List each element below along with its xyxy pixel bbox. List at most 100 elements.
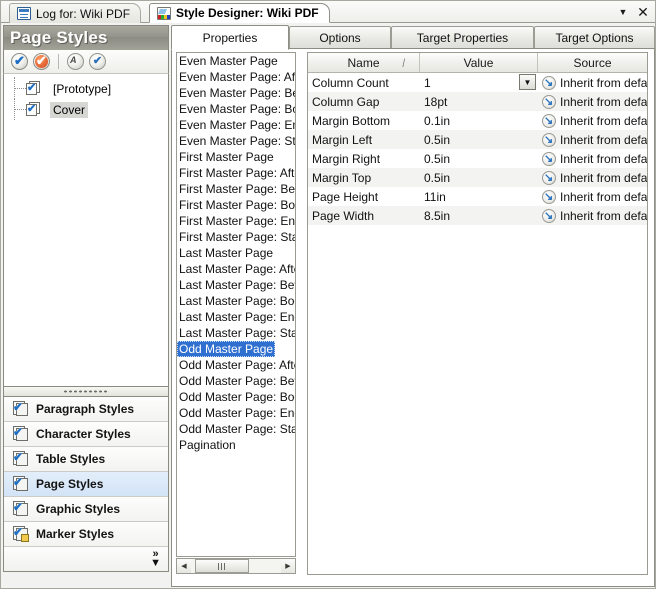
scrollbar-track[interactable] [191,559,281,573]
cell-source[interactable]: ↘ Inherit from defau [538,168,647,187]
paragraph-styles-icon: ✔ [12,401,29,417]
list-item[interactable]: Last Master Page: End [177,309,295,325]
cell-source[interactable]: ↘ Inherit from defau [538,187,647,206]
tab-options-label: Options [319,31,360,45]
cell-source-text: Inherit from defau [560,76,647,90]
list-item-selected[interactable]: Odd Master Page [177,341,275,357]
list-item[interactable]: Last Master Page: Bod [177,293,295,309]
sidebar-item-paragraph-styles[interactable]: ✔ Paragraph Styles [4,397,168,422]
cell-value[interactable]: 0.5in [420,168,538,187]
properties-tab-strip: Properties Options Target Properties Tar… [171,25,655,49]
cell-value[interactable]: 18pt [420,92,538,111]
sidebar-item-page-styles[interactable]: ✔ Page Styles [4,472,168,497]
inherit-icon: ↘ [542,171,556,185]
table-row[interactable]: Column Count 1 ▼ ↘ Inherit from defau [308,73,647,92]
list-item[interactable]: Even Master Page: Aft [177,69,295,85]
list-item[interactable]: Even Master Page: Bo [177,101,295,117]
column-header-source[interactable]: Source [538,53,647,72]
window-tab-style-designer[interactable]: Style Designer: Wiki PDF [149,3,330,23]
list-item[interactable]: Odd Master Page: Afte [177,357,295,373]
list-item[interactable]: Odd Master Page: Bef [177,373,295,389]
chevron-down-icon[interactable]: ▼ [519,74,536,90]
apply-style-icon[interactable]: ✔ [89,53,106,70]
sidebar-item-label: Character Styles [36,427,131,441]
sidebar-item-graphic-styles[interactable]: ✔ Graphic Styles [4,497,168,522]
sort-ascending-icon: / [402,56,405,69]
cell-source[interactable]: ↘ Inherit from defau [538,111,647,130]
tree-item-prototype[interactable]: ✔ [Prototype] [4,78,168,99]
cell-source[interactable]: ↘ Inherit from defau [538,92,647,111]
close-icon[interactable]: ✕ [635,4,651,20]
cell-value[interactable]: 0.5in [420,149,538,168]
master-page-list-scrollbar[interactable]: ◀ ▶ [176,558,296,574]
cell-source-text: Inherit from defau [560,190,647,204]
panel-splitter[interactable] [3,387,169,396]
list-item[interactable]: Even Master Page: En [177,117,295,133]
window-tab-style-designer-label: Style Designer: Wiki PDF [176,6,319,20]
list-item[interactable]: Pagination [177,437,295,453]
sidebar-item-label: Table Styles [36,452,105,466]
cell-source[interactable]: ↘ Inherit from defau [538,149,647,168]
list-item[interactable]: Odd Master Page: Star [177,421,295,437]
cell-value[interactable]: 0.1in [420,111,538,130]
cell-name: Page Width [308,206,420,225]
list-item[interactable]: Odd Master Page: Bod [177,389,295,405]
cell-value[interactable]: 8.5in [420,206,538,225]
tab-target-options[interactable]: Target Options [534,26,655,49]
table-row[interactable]: Page Width 8.5in ↘ Inherit from defau [308,206,647,225]
list-item[interactable]: First Master Page: End [177,213,295,229]
cell-value-text: 18pt [424,95,447,109]
window-tab-log[interactable]: Log for: Wiki PDF [9,3,141,23]
toolbar-separator [58,54,59,69]
cell-source[interactable]: ↘ Inherit from defau [538,206,647,225]
tab-properties[interactable]: Properties [171,25,289,50]
table-row[interactable]: Margin Left 0.5in ↘ Inherit from defau [308,130,647,149]
cell-value[interactable]: 11in [420,187,538,206]
double-chevron-right-icon[interactable]: »▼ [150,550,161,568]
cell-value[interactable]: 1 ▼ [420,73,538,92]
category-overflow-bar[interactable]: »▼ [4,547,168,571]
list-item[interactable]: First Master Page: Star [177,229,295,245]
list-item[interactable]: Even Master Page: Bef [177,85,295,101]
cell-value[interactable]: 0.5in [420,130,538,149]
marker-styles-icon: ✔ [12,526,29,542]
table-row[interactable]: Margin Right 0.5in ↘ Inherit from defau [308,149,647,168]
table-row[interactable]: Page Height 11in ↘ Inherit from defau [308,187,647,206]
delete-style-icon[interactable]: ✔ [33,53,50,70]
right-arrow-icon[interactable]: ▶ [281,559,295,573]
tab-options[interactable]: Options [289,26,391,49]
table-row[interactable]: Margin Top 0.5in ↘ Inherit from defau [308,168,647,187]
panel-title-bar: Page Styles [3,25,169,50]
new-style-icon[interactable]: ✔ [11,53,28,70]
sidebar-item-marker-styles[interactable]: ✔ Marker Styles [4,522,168,547]
list-item[interactable]: Last Master Page [177,245,295,261]
sidebar-item-table-styles[interactable]: ✔ Table Styles [4,447,168,472]
scrollbar-thumb[interactable] [195,559,249,573]
list-item[interactable]: Even Master Page: Sta [177,133,295,149]
list-item[interactable]: First Master Page [177,149,295,165]
tab-target-properties[interactable]: Target Properties [391,26,534,49]
master-page-list[interactable]: Even Master Page Even Master Page: Aft E… [176,52,296,557]
list-item[interactable]: Last Master Page: Star [177,325,295,341]
sidebar-item-character-styles[interactable]: ✔ Character Styles [4,422,168,447]
list-item[interactable]: First Master Page: Bef [177,181,295,197]
column-header-value[interactable]: Value [420,53,538,72]
list-item[interactable]: Odd Master Page: End [177,405,295,421]
rename-style-icon[interactable]: A [67,53,84,70]
tree-item-cover[interactable]: ✔ Cover [4,99,168,120]
cell-source[interactable]: ↘ Inherit from defau [538,130,647,149]
list-item[interactable]: Even Master Page [177,53,295,69]
left-arrow-icon[interactable]: ◀ [177,559,191,573]
page-title: Page Styles [10,28,108,48]
table-row[interactable]: Column Gap 18pt ↘ Inherit from defau [308,92,647,111]
column-header-name[interactable]: Name / [308,53,420,72]
designer-icon [157,7,171,20]
table-row[interactable]: Margin Bottom 0.1in ↘ Inherit from defau [308,111,647,130]
window-menu-chevron-down-icon[interactable]: ▼ [615,4,631,20]
list-item[interactable]: Last Master Page: Afte [177,261,295,277]
list-item[interactable]: Last Master Page: Bef [177,277,295,293]
cell-source[interactable]: ↘ Inherit from defau [538,73,647,92]
cell-value-text: 0.5in [424,133,450,147]
list-item[interactable]: First Master Page: Afte [177,165,295,181]
list-item[interactable]: First Master Page: Bod [177,197,295,213]
